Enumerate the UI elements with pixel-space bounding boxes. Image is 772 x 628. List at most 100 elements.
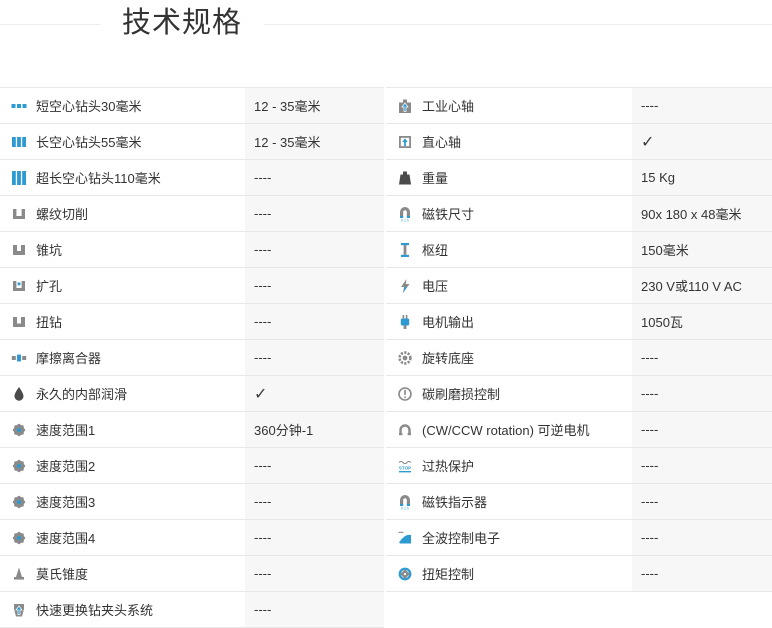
stroke-icon bbox=[396, 241, 413, 258]
full-wave-icon bbox=[396, 529, 413, 546]
gear-icon bbox=[10, 529, 27, 546]
countersink-icon bbox=[10, 241, 27, 258]
spec-value: ---- bbox=[245, 448, 384, 483]
spec-label: (CW/CCW rotation) 可逆电机 bbox=[422, 420, 590, 439]
lubrication-drop-icon bbox=[10, 385, 27, 402]
motor-plug-icon bbox=[396, 313, 413, 330]
gear-icon bbox=[10, 457, 27, 474]
spec-label-cell: 速度范围4 bbox=[0, 520, 245, 555]
thread-cutting-icon bbox=[10, 205, 27, 222]
spec-row: 速度范围1360分钟-1 bbox=[0, 412, 384, 448]
spec-row: 螺纹切削---- bbox=[0, 196, 384, 232]
spec-label: 工业心轴 bbox=[422, 96, 474, 115]
spec-row: 短空心钻头30毫米12 - 35毫米 bbox=[0, 88, 384, 124]
spec-row: STOP 过热保护 ---- bbox=[386, 448, 772, 484]
spec-value: ---- bbox=[245, 160, 384, 195]
spec-label-cell: 长空心钻头55毫米 bbox=[0, 124, 245, 159]
spec-value: ---- bbox=[632, 556, 772, 591]
spec-value: ✓ bbox=[632, 124, 772, 159]
spec-label: 速度范围2 bbox=[36, 456, 95, 475]
spec-label: 莫氏锥度 bbox=[36, 564, 88, 583]
straight-spindle-icon bbox=[396, 133, 413, 150]
spec-label-cell: 螺纹切削 bbox=[0, 196, 245, 231]
spec-label: 电机输出 bbox=[422, 312, 474, 331]
spec-label-cell: (CW/CCW rotation) 可逆电机 bbox=[386, 412, 632, 447]
spec-row: 锥坑 ---- bbox=[0, 232, 384, 268]
spec-label: 速度范围1 bbox=[36, 420, 95, 439]
morse-taper-icon bbox=[10, 565, 27, 582]
spec-label: 锥坑 bbox=[36, 240, 62, 259]
spec-value: ---- bbox=[632, 520, 772, 555]
spec-label-cell: 超长空心钻头110毫米 bbox=[0, 160, 245, 195]
spec-value: ---- bbox=[632, 448, 772, 483]
spec-label-cell: 速度范围1 bbox=[0, 412, 245, 447]
spec-value: ---- bbox=[245, 232, 384, 267]
spec-value: ---- bbox=[632, 376, 772, 411]
magnet-icon: b c h bbox=[396, 205, 413, 222]
spec-value: ---- bbox=[245, 196, 384, 231]
spec-label-cell: STOP 过热保护 bbox=[386, 448, 632, 483]
friction-clutch-icon bbox=[10, 349, 27, 366]
spec-row: 永久的内部润滑✓ bbox=[0, 376, 384, 412]
spec-label-cell: 电压 bbox=[386, 268, 632, 303]
spec-label: 快速更换钻夹头系统 bbox=[36, 600, 153, 619]
spec-row: 枢纽150毫米 bbox=[386, 232, 772, 268]
torque-control-icon bbox=[396, 565, 413, 582]
spec-label: 超长空心钻头110毫米 bbox=[36, 168, 161, 187]
spec-row: 摩擦离合器---- bbox=[0, 340, 384, 376]
gear-icon bbox=[10, 493, 27, 510]
spec-value: 90x 180 x 48毫米 bbox=[632, 196, 772, 231]
spec-label-cell: 速度范围2 bbox=[0, 448, 245, 483]
spec-label: 速度范围3 bbox=[36, 492, 95, 511]
spec-value: ---- bbox=[245, 520, 384, 555]
spec-label: 枢纽 bbox=[422, 240, 448, 259]
svg-text:b c h: b c h bbox=[401, 506, 409, 510]
spec-row: 莫氏锥度---- bbox=[0, 556, 384, 592]
spec-label-cell: 重量 bbox=[386, 160, 632, 195]
spec-label-cell: 全波控制电子 bbox=[386, 520, 632, 555]
spec-row: 扩孔---- bbox=[0, 268, 384, 304]
spec-label-cell: 枢纽 bbox=[386, 232, 632, 267]
spec-table-right: 工业心轴 ---- 直心轴 ✓ 重量 15 Kg b c h 磁铁尺寸 90x 180 x 48… bbox=[386, 87, 772, 628]
spec-row: 快速更换钻夹头系统 ---- bbox=[0, 592, 384, 628]
spec-label-cell: 莫氏锥度 bbox=[0, 556, 245, 591]
spec-label: 磁铁尺寸 bbox=[422, 204, 474, 223]
spec-table-left: 短空心钻头30毫米12 - 35毫米长空心钻头55毫米12 - 35毫米超长空心… bbox=[0, 87, 384, 628]
spec-row: 超长空心钻头110毫米 ---- bbox=[0, 160, 384, 196]
long-core-drill-icon bbox=[10, 133, 27, 150]
weight-icon bbox=[396, 169, 413, 186]
spec-value: 1050瓦 bbox=[632, 304, 772, 339]
gear-icon bbox=[10, 421, 27, 438]
magnet-indicator-icon: b c h bbox=[396, 493, 413, 510]
spec-row: 长空心钻头55毫米 12 - 35毫米 bbox=[0, 124, 384, 160]
spec-label-cell: 电机输出 bbox=[386, 304, 632, 339]
spec-row: 碳刷磨损控制 ---- bbox=[386, 376, 772, 412]
spec-label: 碳刷磨损控制 bbox=[422, 384, 500, 403]
spec-value: 12 - 35毫米 bbox=[245, 124, 384, 159]
spec-label-cell: 锥坑 bbox=[0, 232, 245, 267]
spec-row: 速度范围3 ---- bbox=[0, 484, 384, 520]
spec-label: 直心轴 bbox=[422, 132, 461, 151]
spec-value: ---- bbox=[245, 268, 384, 303]
spec-row: 速度范围2 ---- bbox=[0, 448, 384, 484]
spec-value: 15 Kg bbox=[632, 160, 772, 195]
spec-label: 重量 bbox=[422, 168, 448, 187]
spec-label: 短空心钻头30毫米 bbox=[36, 96, 141, 115]
spec-label-cell: 旋转底座 bbox=[386, 340, 632, 375]
spec-value: ---- bbox=[245, 592, 384, 627]
spec-row: 扭矩控制 ---- bbox=[386, 556, 772, 592]
spec-label: 长空心钻头55毫米 bbox=[36, 132, 141, 151]
spec-value: ---- bbox=[245, 340, 384, 375]
spec-label: 扭矩控制 bbox=[422, 564, 474, 583]
spec-row: 扭钻---- bbox=[0, 304, 384, 340]
spec-label: 过热保护 bbox=[422, 456, 474, 475]
spec-row: 全波控制电子---- bbox=[386, 520, 772, 556]
spec-label-cell: b c h 磁铁尺寸 bbox=[386, 196, 632, 231]
spec-row: 直心轴 ✓ bbox=[386, 124, 772, 160]
spec-value: ---- bbox=[245, 484, 384, 519]
spec-label-cell: 扭钻 bbox=[0, 304, 245, 339]
spec-value: ✓ bbox=[245, 376, 384, 411]
svg-text:STOP: STOP bbox=[398, 465, 410, 470]
spec-label-cell: 永久的内部润滑 bbox=[0, 376, 245, 411]
spec-label-cell: 碳刷磨损控制 bbox=[386, 376, 632, 411]
